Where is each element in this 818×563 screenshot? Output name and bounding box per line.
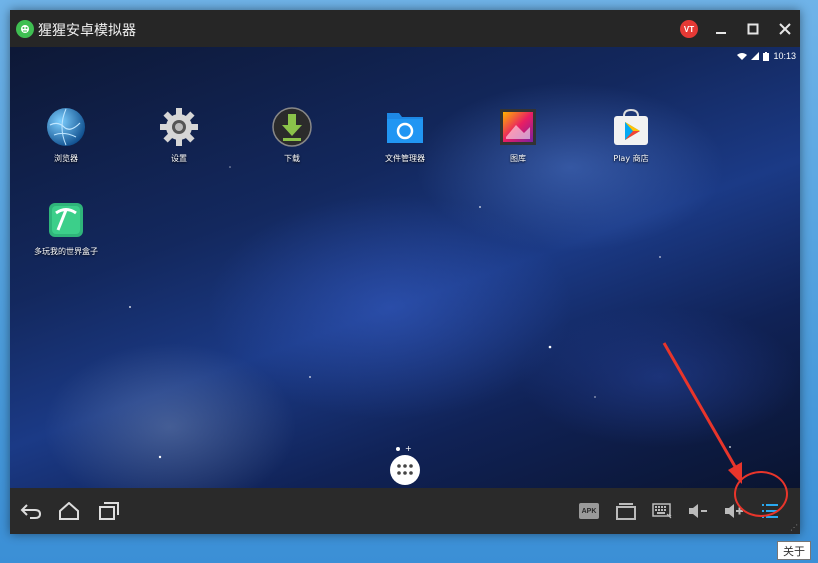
android-home-screen[interactable]: 10:13 浏览器 设置 下载 文件管理器 图库 Play 商店 多玩我的世界盒…: [10, 47, 800, 488]
app-grid-icon: [397, 464, 413, 475]
app-label: 设置: [171, 154, 187, 163]
home-icon: [59, 502, 79, 520]
minimize-icon: [716, 32, 726, 34]
app-file-manager[interactable]: 文件管理器: [360, 107, 450, 164]
emulator-window: 猩猩安卓模拟器 VT 10:13 浏览器 设置 下载 文件管理器 图库 Play…: [10, 10, 800, 534]
browser-globe-icon: [46, 107, 86, 147]
gallery-icon: [498, 107, 538, 147]
volume-down-button[interactable]: [685, 498, 711, 524]
multi-window-icon: [616, 503, 636, 520]
app-browser[interactable]: 浏览器: [21, 107, 111, 164]
app-minecraft-box[interactable]: 多玩我的世界盒子: [21, 200, 111, 257]
resize-grip-icon[interactable]: ⋰: [790, 523, 798, 532]
wifi-icon: [737, 53, 748, 60]
app-gallery[interactable]: 图库: [473, 107, 563, 164]
app-drawer-button[interactable]: [390, 455, 420, 485]
home-button[interactable]: [56, 498, 82, 524]
multi-window-button[interactable]: [613, 498, 639, 524]
keyboard-button[interactable]: [649, 498, 675, 524]
window-title: 猩猩安卓模拟器: [38, 23, 136, 39]
battery-icon: [763, 51, 770, 61]
play-store-icon: [611, 107, 651, 147]
back-button[interactable]: [18, 498, 44, 524]
page-indicator: +: [396, 445, 412, 453]
back-icon: [20, 504, 42, 519]
user-avatar-badge[interactable]: VT: [680, 20, 698, 38]
page-dot-active: [396, 447, 400, 451]
download-icon: [272, 107, 312, 147]
app-label: Play 商店: [613, 154, 649, 163]
keyboard-icon: [652, 503, 672, 519]
app-label: 图库: [510, 154, 526, 163]
volume-down-icon: [689, 504, 707, 518]
app-play-store[interactable]: Play 商店: [586, 107, 676, 164]
emulator-toolbar: APK ⋰: [10, 488, 800, 534]
recents-icon: [99, 502, 119, 520]
maximize-button[interactable]: [742, 18, 764, 40]
app-label: 文件管理器: [385, 154, 425, 163]
close-button[interactable]: [774, 18, 796, 40]
settings-gear-icon: [159, 107, 199, 147]
clock: 10:13: [773, 51, 796, 61]
app-label: 下载: [284, 154, 300, 163]
file-manager-folder-icon: [385, 107, 425, 147]
menu-button[interactable]: [757, 498, 783, 524]
apk-install-icon: APK: [579, 503, 599, 519]
app-download[interactable]: 下载: [247, 107, 337, 164]
recents-button[interactable]: [96, 498, 122, 524]
title-bar[interactable]: 猩猩安卓模拟器 VT: [10, 10, 800, 47]
volume-up-icon: [725, 504, 743, 518]
add-page-icon: +: [405, 444, 412, 453]
apk-install-button[interactable]: APK: [576, 498, 602, 524]
minimize-button[interactable]: [710, 18, 732, 40]
app-logo-icon: [16, 20, 34, 38]
about-tooltip: 关于: [777, 541, 811, 560]
app-settings[interactable]: 设置: [134, 107, 224, 164]
close-icon: [779, 23, 791, 35]
app-label: 浏览器: [54, 154, 78, 163]
android-status-bar: 10:13: [737, 49, 796, 63]
minecraft-box-pickaxe-icon: [46, 200, 86, 240]
volume-up-button[interactable]: [721, 498, 747, 524]
signal-icon: [751, 52, 760, 60]
menu-list-icon: [762, 504, 778, 518]
maximize-icon: [747, 23, 759, 35]
app-label: 多玩我的世界盒子: [34, 247, 98, 256]
